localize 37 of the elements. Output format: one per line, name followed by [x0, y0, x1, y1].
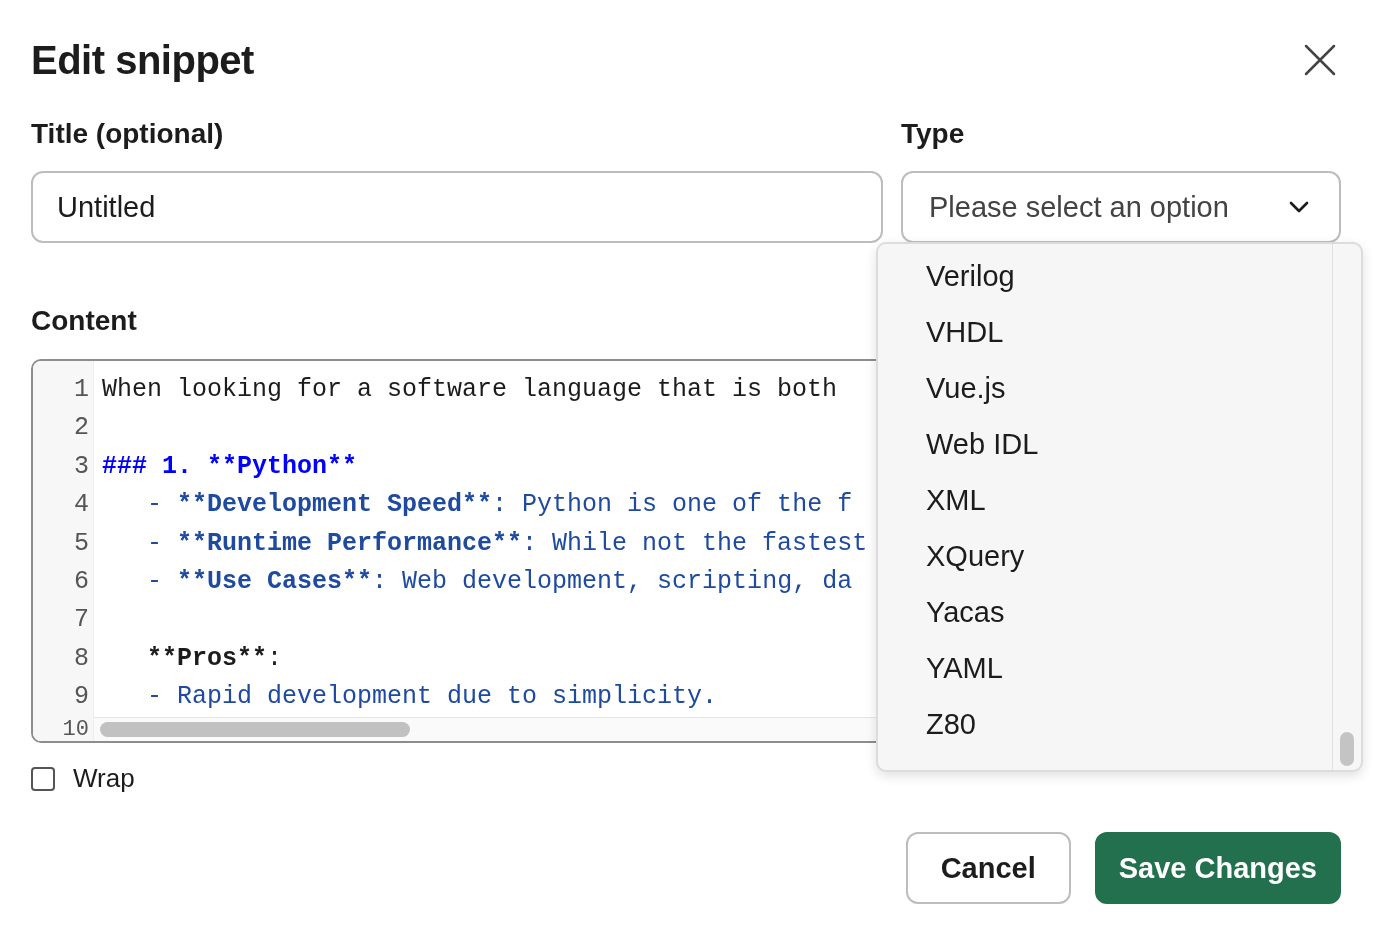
dropdown-option[interactable]: VHDL — [878, 304, 1332, 360]
line-number: 5 — [74, 527, 90, 560]
line-number: 7 — [74, 604, 90, 637]
code-line: - **Development Speed**: Python is one of the f — [146, 489, 853, 522]
dialog-title: Edit snippet — [31, 37, 254, 83]
code-line: **Pros**: — [146, 642, 283, 675]
dropdown-option[interactable]: Verilog — [878, 248, 1332, 304]
cancel-button[interactable]: Cancel — [905, 832, 1071, 904]
dropdown-option[interactable]: Z80 — [878, 696, 1332, 752]
title-input[interactable]: Untitled — [31, 171, 883, 243]
dropdown-option[interactable]: Vue.js — [878, 360, 1332, 416]
code-line: - **Use Cases**: Web development, scripting, da — [146, 565, 853, 598]
line-number: 4 — [74, 489, 90, 522]
dropdown-option[interactable]: Web IDL — [878, 416, 1332, 472]
chevron-down-icon — [1289, 201, 1309, 213]
wrap-checkbox[interactable] — [31, 766, 55, 791]
code-line: ### 1. **Python** — [102, 450, 358, 483]
line-number: 10 — [62, 716, 90, 741]
checkbox-label: Wrap — [73, 763, 135, 794]
save-button[interactable]: Save Changes — [1094, 832, 1341, 904]
dropdown-option[interactable]: XML — [878, 472, 1332, 528]
line-number: 2 — [74, 412, 90, 445]
field-label: Title (optional) — [31, 118, 225, 151]
dropdown-option[interactable]: Yacas — [878, 584, 1332, 640]
dropdown-option[interactable]: XQuery — [878, 528, 1332, 584]
horizontal-scrollbar[interactable] — [100, 721, 410, 737]
line-number: 3 — [74, 450, 90, 483]
code-line: When looking for a software language that is both — [102, 374, 838, 406]
line-number: 8 — [74, 642, 90, 675]
code-line: - Rapid development due to simplicity. — [146, 681, 718, 714]
dropdown-option[interactable]: YAML — [878, 640, 1332, 696]
code-line: - **Runtime Performance**: While not the fastest — [146, 527, 868, 560]
field-label: Content — [31, 305, 137, 338]
field-label: Type — [901, 118, 966, 151]
line-number: 6 — [74, 565, 90, 598]
line-number: 9 — [74, 681, 90, 714]
line-number: 1 — [74, 374, 90, 406]
